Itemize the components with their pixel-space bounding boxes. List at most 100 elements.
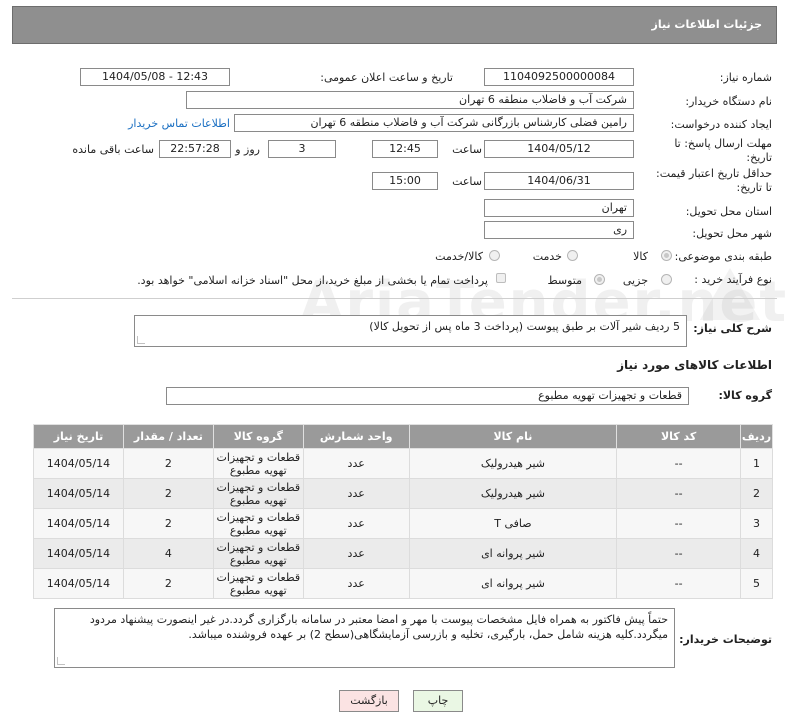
header-panel: جزئیات اطلاعات نیاز [12, 6, 777, 44]
cell-name: شیر هیدرولیک [408, 448, 618, 479]
days-remaining-field: 3 [268, 140, 336, 158]
cell-row-number: 3 [740, 508, 773, 539]
cell-row-number: 4 [740, 538, 773, 569]
province-field: تهران [484, 199, 634, 217]
city-field: ری [484, 221, 634, 239]
deadline-time-label: ساعت [452, 143, 482, 156]
validity-time-field: 15:00 [372, 172, 438, 190]
col-header-date: تاریخ نیاز [33, 424, 124, 449]
deadline-date-field: 1404/05/12 [484, 140, 634, 158]
remaining-label: ساعت باقی مانده [72, 143, 154, 156]
need-number-field: 1104092500000084 [484, 68, 634, 86]
cell-name: صافی T [408, 508, 618, 539]
category-radio-goods[interactable] [661, 250, 672, 261]
cell-quantity: 2 [122, 448, 214, 479]
divider [12, 298, 777, 299]
col-header-unit: واحد شمارش [302, 424, 410, 449]
cell-date: 1404/05/14 [33, 538, 124, 569]
cell-group: قطعات و تجهیزات تهویه مطبوع [212, 448, 304, 479]
cell-date: 1404/05/14 [33, 478, 124, 509]
cell-row-number: 2 [740, 478, 773, 509]
remaining-time-field: 22:57:28 [159, 140, 231, 158]
summary-text: 5 ردیف شیر آلات بر طبق پیوست (پرداخت 3 م… [369, 320, 680, 333]
table-row: 1 -- شیر هیدرولیک عدد قطعات و تجهیزات ته… [33, 448, 773, 479]
validity-label-date: تا تاریخ: [736, 181, 772, 194]
col-header-code: کد کالا [616, 424, 742, 449]
validity-time-label: ساعت [452, 175, 482, 188]
cell-group: قطعات و تجهیزات تهویه مطبوع [212, 538, 304, 569]
table-row: 5 -- شیر پروانه ای عدد قطعات و تجهیزات ت… [33, 568, 773, 599]
items-table: ردیف کد کالا نام کالا واحد شمارش گروه کا… [33, 424, 773, 599]
goods-group-field: قطعات و تجهیزات تهویه مطبوع [166, 387, 689, 405]
cell-date: 1404/05/14 [33, 508, 124, 539]
category-option-both: کالا/خدمت [435, 250, 483, 263]
buyer-notes-label: توضیحات خریدار: [679, 633, 772, 646]
page-title: جزئیات اطلاعات نیاز [651, 18, 763, 31]
buyer-org-field: شرکت آب و فاضلاب منطقه 6 تهران [186, 91, 634, 109]
cell-unit: عدد [302, 478, 410, 509]
cell-group: قطعات و تجهیزات تهویه مطبوع [212, 568, 304, 599]
validity-date-field: 1404/06/31 [484, 172, 634, 190]
resize-handle-icon[interactable] [137, 336, 145, 344]
col-header-name: نام کالا [408, 424, 618, 449]
cell-quantity: 2 [122, 478, 214, 509]
deadline-time-field: 12:45 [372, 140, 438, 158]
buyer-notes-text: حتماً پیش فاکتور به همراه فایل مشخصات پی… [89, 613, 668, 641]
cell-code: -- [616, 568, 742, 599]
purchase-radio-minor[interactable] [661, 274, 672, 285]
table-row: 2 -- شیر هیدرولیک عدد قطعات و تجهیزات ته… [33, 478, 773, 509]
creator-label: ایجاد کننده درخواست: [670, 118, 772, 131]
treasury-payment-note: پرداخت تمام یا بخشی از مبلغ خرید،از محل … [137, 274, 488, 287]
cell-date: 1404/05/14 [33, 568, 124, 599]
treasury-payment-checkbox[interactable] [496, 273, 506, 283]
cell-row-number: 5 [740, 568, 773, 599]
table-row: 3 -- صافی T عدد قطعات و تجهیزات تهویه مط… [33, 508, 773, 539]
buyer-org-label: نام دستگاه خریدار: [685, 95, 772, 108]
cell-name: شیر هیدرولیک [408, 478, 618, 509]
cell-group: قطعات و تجهیزات تهویه مطبوع [212, 478, 304, 509]
deadline-label: مهلت ارسال پاسخ: تا [674, 137, 772, 150]
cell-date: 1404/05/14 [33, 448, 124, 479]
cell-code: -- [616, 448, 742, 479]
cell-code: -- [616, 538, 742, 569]
need-number-label: شماره نیاز: [719, 71, 772, 84]
announce-label: تاریخ و ساعت اعلان عمومی: [320, 71, 453, 84]
cell-name: شیر پروانه ای [408, 568, 618, 599]
category-option-goods: کالا [633, 250, 648, 263]
category-label: طبقه بندی موضوعی: [674, 250, 772, 263]
col-header-quantity: تعداد / مقدار [122, 424, 214, 449]
category-radio-service[interactable] [567, 250, 578, 261]
category-option-service: خدمت [532, 250, 562, 263]
purchase-radio-medium[interactable] [594, 274, 605, 285]
cell-quantity: 4 [122, 538, 214, 569]
purchase-option-minor: جزیی [622, 274, 648, 287]
purchase-option-medium: متوسط [547, 274, 582, 287]
summary-textarea[interactable]: 5 ردیف شیر آلات بر طبق پیوست (پرداخت 3 م… [134, 315, 687, 347]
cell-code: -- [616, 508, 742, 539]
goods-group-label: گروه کالا: [718, 389, 772, 402]
resize-handle-icon[interactable] [57, 657, 65, 665]
contact-info-link[interactable]: اطلاعات تماس خریدار [128, 117, 230, 130]
city-label: شهر محل تحویل: [692, 227, 772, 240]
col-header-group: گروه کالا [212, 424, 304, 449]
cell-quantity: 2 [122, 508, 214, 539]
buyer-notes-textarea[interactable]: حتماً پیش فاکتور به همراه فایل مشخصات پی… [54, 608, 675, 668]
cell-row-number: 1 [740, 448, 773, 479]
cell-name: شیر پروانه ای [408, 538, 618, 569]
purchase-type-label: نوع فرآیند خرید : [694, 273, 772, 286]
deadline-label-date: تاریخ: [746, 151, 772, 164]
cell-group: قطعات و تجهیزات تهویه مطبوع [212, 508, 304, 539]
cell-unit: عدد [302, 508, 410, 539]
cell-unit: عدد [302, 448, 410, 479]
cell-unit: عدد [302, 538, 410, 569]
validity-label: حداقل تاریخ اعتبار قیمت: [656, 167, 772, 180]
print-button[interactable]: چاپ [413, 690, 463, 712]
province-label: استان محل تحویل: [685, 205, 772, 218]
announce-field: 1404/05/08 - 12:43 [80, 68, 230, 86]
table-header-row: ردیف کد کالا نام کالا واحد شمارش گروه کا… [33, 424, 773, 449]
cell-unit: عدد [302, 568, 410, 599]
back-button[interactable]: بازگشت [339, 690, 399, 712]
table-row: 4 -- شیر پروانه ای عدد قطعات و تجهیزات ت… [33, 538, 773, 569]
category-radio-both[interactable] [489, 250, 500, 261]
summary-label: شرح کلی نیاز: [693, 322, 772, 335]
